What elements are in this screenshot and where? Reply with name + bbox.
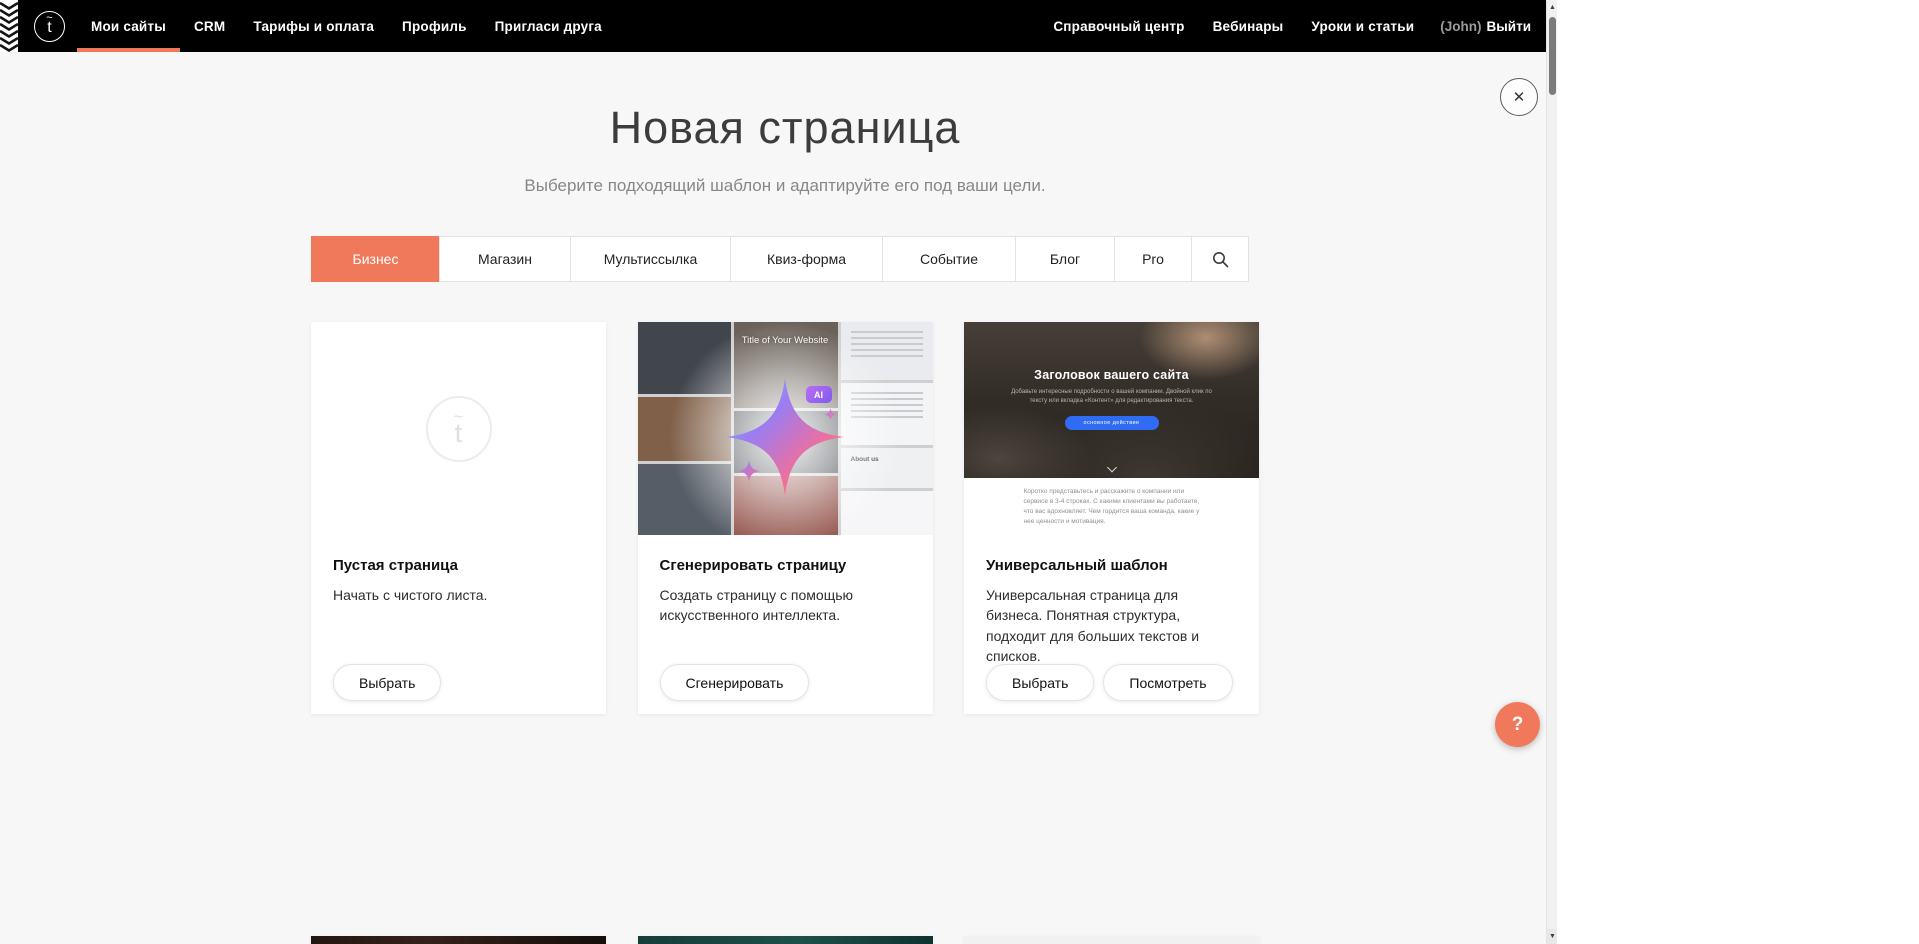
scroll-down-button[interactable]: ▼ [1547,929,1557,944]
template-grid-row2 [311,936,1259,944]
nav-item-crm[interactable]: CRM [180,0,239,52]
help-button[interactable]: ? [1495,702,1540,747]
nav-item-plans-payment[interactable]: Тарифы и оплата [239,0,388,52]
tab-event[interactable]: Событие [882,236,1016,282]
tilda-logo-letter: t [47,21,51,35]
card-title: Сгенерировать страницу [660,557,911,574]
tab-blog[interactable]: Блог [1015,236,1115,282]
search-icon [1212,251,1229,268]
ai-badge: AI [806,386,832,403]
help-question-icon: ? [1512,714,1524,736]
card-preview-partial [964,936,1259,944]
card-partial[interactable] [638,936,933,944]
nav-item-my-sites[interactable]: Мои сайты [77,0,180,52]
card-description: Начать с чистого листа. [333,585,584,605]
tab-search[interactable] [1191,236,1249,282]
card-title: Универсальный шаблон [986,557,1237,574]
tab-quiz-form[interactable]: Квиз-форма [730,236,883,282]
tilda-watermark-icon: ~ t [426,396,492,462]
tab-pro[interactable]: Pro [1114,236,1192,282]
card-preview-partial [311,936,606,944]
navbar-left-menu: Мои сайты CRM Тарифы и оплата Профиль Пр… [77,0,616,52]
card-partial[interactable] [311,936,606,944]
nav-item-webinars[interactable]: Вебинары [1199,0,1298,52]
preview-body-text: Коротко представьтесь и расскажите о ком… [1024,487,1200,527]
preview-hero-title: Заголовок вашего сайта [964,322,1259,382]
nav-item-help-center[interactable]: Справочный центр [1039,0,1198,52]
generate-button[interactable]: Сгенерировать [660,664,810,701]
scrollbar[interactable]: ▲ ▼ [1546,0,1557,944]
page-title: Новая страница [311,104,1259,151]
preview-hero-text: Добавьте интересные подробности о вашей … [1006,388,1218,407]
navbar-right-menu: Справочный центр Вебинары Уроки и статьи… [1039,0,1557,52]
template-preview: Заголовок вашего сайта Добавьте интересн… [964,322,1259,535]
card-blank-page[interactable]: ~ t Пустая страница Начать с чистого лис… [311,322,606,714]
scrollbar-thumb[interactable] [1549,17,1556,95]
logout-link[interactable]: Выйти [1487,19,1532,34]
tab-store[interactable]: Магазин [439,236,571,282]
preview-site-title: Title of Your Website [638,335,933,346]
zigzag-pattern [0,0,18,52]
close-icon: ✕ [1513,88,1526,106]
nav-item-logout[interactable]: (John) Выйти [1428,19,1543,34]
select-button[interactable]: Выбрать [986,664,1094,701]
sparkle-small-icon [738,460,760,482]
preview-hero: Заголовок вашего сайта Добавьте интересн… [964,322,1259,478]
chevron-down-icon [1107,463,1117,473]
card-description: Создать страницу с помощью искусственног… [660,585,911,626]
page-content: Новая страница Выберите подходящий шабло… [311,52,1259,944]
sparkle-small-icon [824,408,837,421]
ai-preview: About us Title of Your Website [638,322,933,535]
card-universal-template[interactable]: Заголовок вашего сайта Добавьте интересн… [964,322,1259,714]
template-grid: ~ t Пустая страница Начать с чистого лис… [311,322,1259,714]
app-window: ~ t Мои сайты CRM Тарифы и оплата Профил… [0,0,1557,944]
card-ai-generate[interactable]: About us Title of Your Website [638,322,933,714]
card-description: Универсальная страница для бизнеса. Поня… [986,585,1237,666]
scroll-up-button[interactable]: ▲ [1547,0,1557,15]
nav-item-invite-friend[interactable]: Пригласи друга [481,0,616,52]
top-navbar: ~ t Мои сайты CRM Тарифы и оплата Профил… [0,0,1557,52]
card-partial[interactable] [964,936,1259,944]
tab-multilink[interactable]: Мультиссылка [570,236,731,282]
preview-hero-button: основное действие [1065,416,1159,430]
preview-button[interactable]: Посмотреть [1103,664,1232,701]
page-subtitle: Выберите подходящий шаблон и адаптируйте… [311,176,1259,196]
tab-business[interactable]: Бизнес [311,236,440,282]
tilda-logo[interactable]: ~ t [34,11,65,42]
template-tabs: Бизнес Магазин Мультиссылка Квиз-форма С… [311,236,1259,282]
nav-item-profile[interactable]: Профиль [388,0,481,52]
close-button[interactable]: ✕ [1500,78,1538,116]
screen: { "navbar": { "logo": { "tilde": "~", "l… [0,0,1919,944]
blank-preview: ~ t [311,322,606,535]
select-button[interactable]: Выбрать [333,664,441,701]
nav-item-lessons-articles[interactable]: Уроки и статьи [1297,0,1428,52]
user-name: (John) [1440,19,1481,34]
zigzag-icon [0,0,18,52]
card-title: Пустая страница [333,557,584,574]
card-preview-partial [638,936,933,944]
